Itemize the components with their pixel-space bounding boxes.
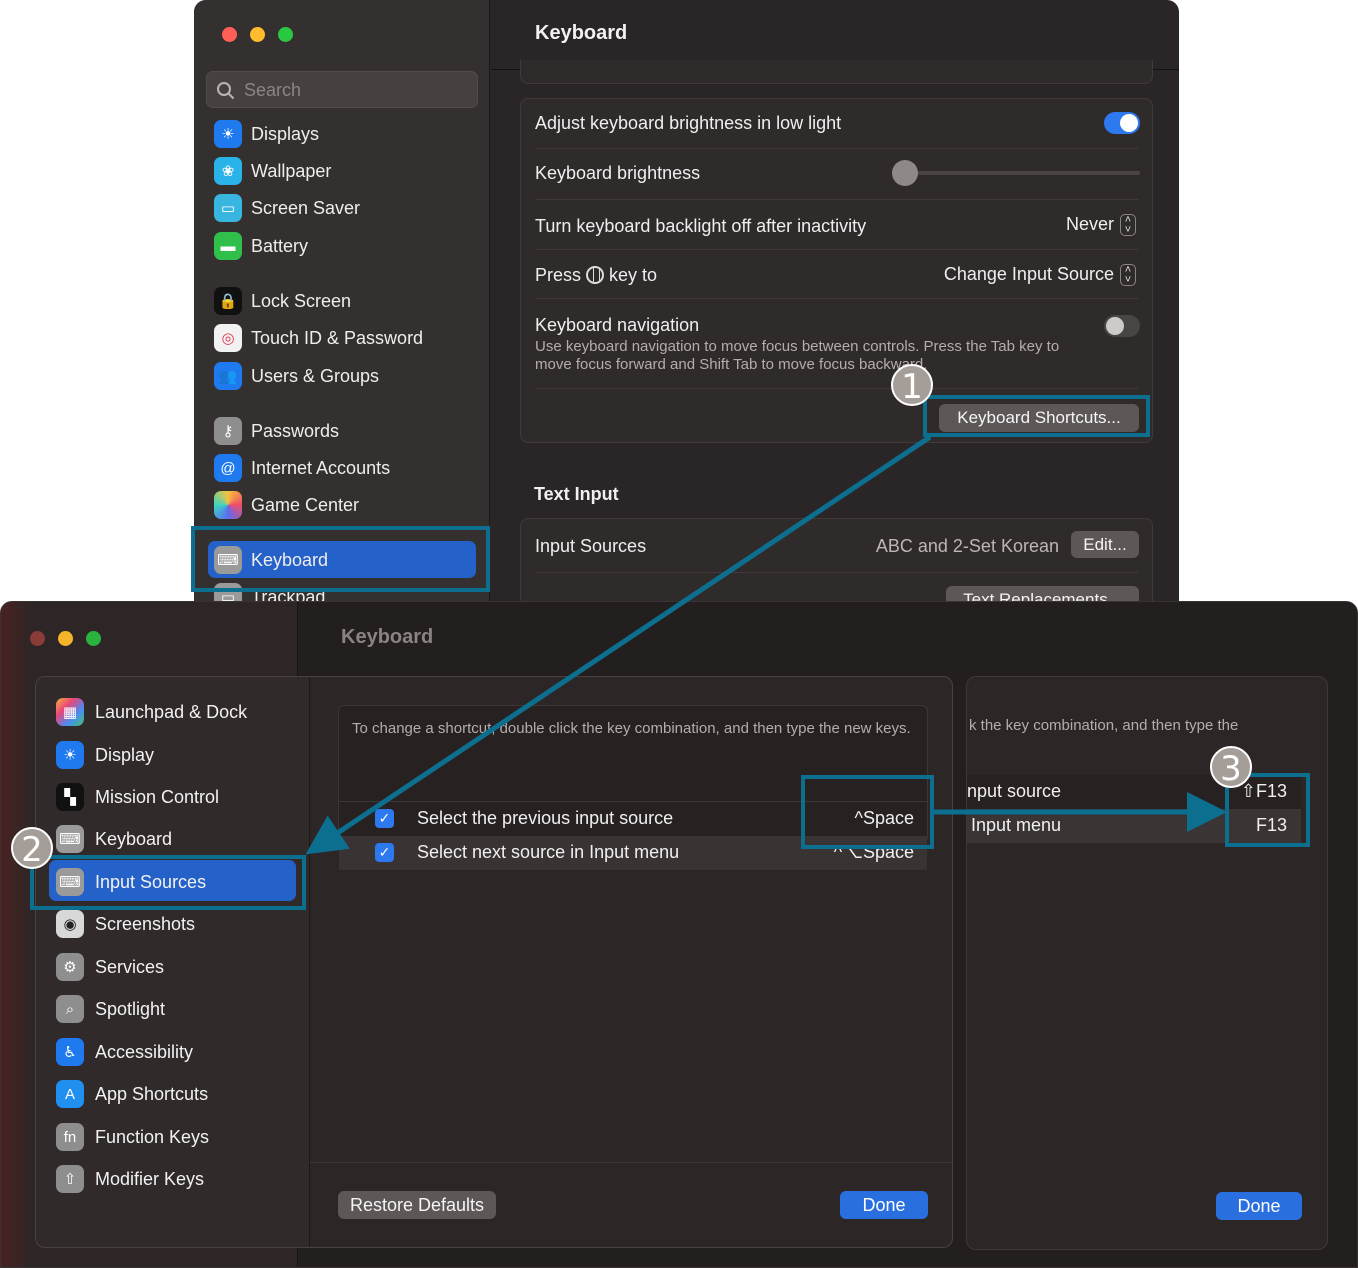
arrow-to-input-sources (305, 434, 932, 855)
annotation-arrows (305, 434, 1227, 855)
step-badge-3: 3 (1210, 746, 1252, 789)
step-badge-2: 2 (11, 827, 53, 870)
step-badge-1: 1 (891, 364, 933, 407)
